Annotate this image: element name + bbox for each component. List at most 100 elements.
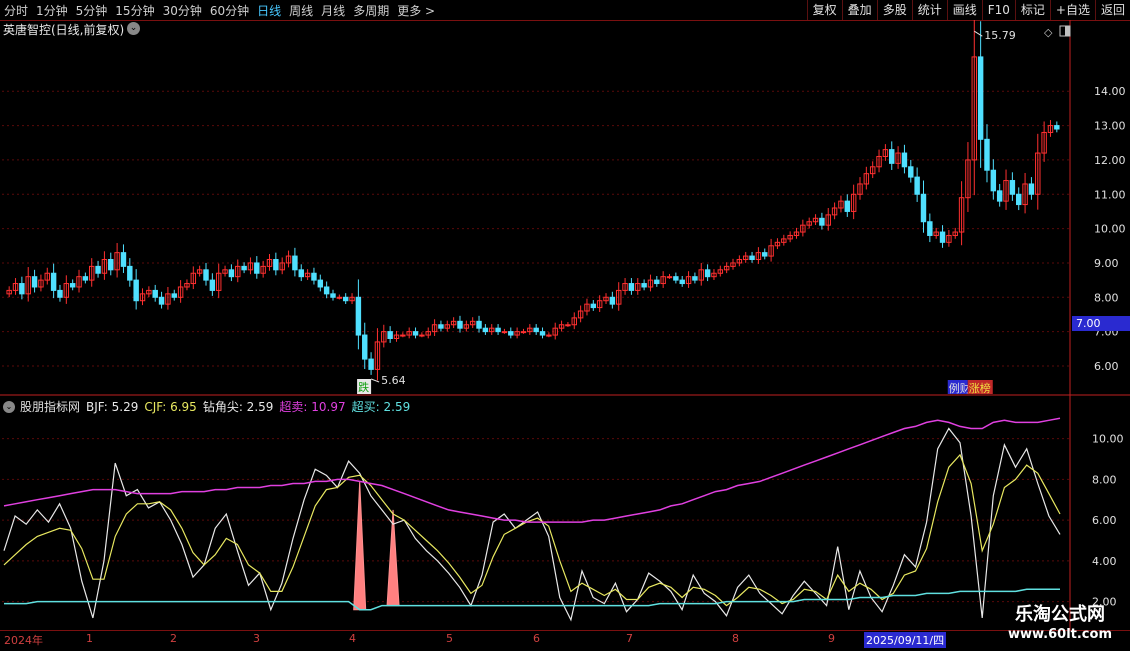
candle xyxy=(336,296,343,299)
price-tick-label: 14.00 xyxy=(1094,85,1126,98)
price-tick-label: 10.00 xyxy=(1094,223,1126,236)
toolbar-button[interactable]: F10 xyxy=(981,0,1015,20)
candle xyxy=(31,276,38,288)
price-chart[interactable]: 6.00 7.00 8.00 9.00 10.00 11.00 12.00 13.00 14.0… xyxy=(0,20,1130,396)
indicator-tick-label: 8.00 xyxy=(1092,473,1117,486)
legend-entry: 超买: 2.59 xyxy=(352,398,411,415)
candle xyxy=(330,293,336,298)
cursor-date-label: 2025/09/11/四 xyxy=(864,632,947,648)
candle xyxy=(82,276,89,281)
candle xyxy=(108,259,114,271)
legend-key: 超卖 xyxy=(279,400,304,414)
candle xyxy=(1016,193,1022,206)
candle xyxy=(317,279,324,288)
candle xyxy=(158,296,165,305)
candle xyxy=(1028,183,1035,195)
candle xyxy=(95,265,101,274)
candle xyxy=(400,334,406,337)
candle xyxy=(1009,180,1016,195)
toolbar-button[interactable]: 统计 xyxy=(911,0,947,20)
price-tick-label: 8.00 xyxy=(1094,291,1119,304)
indicator-series-超买 xyxy=(4,588,1060,611)
candle xyxy=(914,176,920,195)
candle xyxy=(387,331,393,339)
candle xyxy=(819,217,825,226)
candle xyxy=(311,272,317,281)
date-label: 4 xyxy=(349,632,356,645)
candle xyxy=(762,252,768,257)
price-tick-label: 12.00 xyxy=(1094,154,1126,167)
price-tick-label: 9.00 xyxy=(1094,257,1119,270)
candle xyxy=(495,327,501,333)
chevron-down-icon[interactable]: ⌄ xyxy=(3,400,15,413)
candle xyxy=(57,289,63,298)
candle xyxy=(50,272,57,291)
candle xyxy=(977,56,984,140)
date-label: 1 xyxy=(86,632,93,645)
period-tabs: 分时 1分钟 5分钟 15分钟 30分钟 60分钟 日线 周线 月线 多周期 更多 > xyxy=(4,0,443,20)
period-tab[interactable]: 60分钟 xyxy=(210,2,249,19)
maximize-icon-fill xyxy=(1065,26,1070,36)
toolbar-button[interactable]: 返回 xyxy=(1094,0,1130,20)
candle xyxy=(673,276,679,281)
period-tab[interactable]: 1分钟 xyxy=(36,2,68,19)
watermark-title: 乐淘公式网 xyxy=(1014,604,1105,625)
candle xyxy=(692,276,698,281)
toolbar-button[interactable]: +自选 xyxy=(1049,0,1095,20)
candle xyxy=(412,331,419,336)
candle xyxy=(241,265,247,271)
candle xyxy=(203,269,209,281)
indicator-title: 股朋指标网 xyxy=(20,400,81,414)
toolbar-button[interactable]: 叠加 xyxy=(841,0,877,20)
candle xyxy=(1054,125,1060,130)
candle xyxy=(889,149,895,164)
toolbar-button[interactable]: 复权 xyxy=(806,0,842,20)
candle xyxy=(482,327,489,333)
legend-value: : 6.95 xyxy=(162,399,197,414)
date-label: 2 xyxy=(170,632,177,645)
indicator-chart[interactable]: 2.004.006.008.0010.00 xyxy=(0,396,1130,630)
current-price-label: 7.00 xyxy=(1072,316,1130,331)
period-tab[interactable]: 30分钟 xyxy=(163,2,202,19)
candle xyxy=(127,265,133,281)
date-label: 9 xyxy=(828,632,835,645)
indicator-series-BJF xyxy=(3,427,1061,622)
candle xyxy=(844,200,851,212)
period-tab[interactable]: 更多 > xyxy=(397,2,435,19)
toolbar-button[interactable]: 标记 xyxy=(1014,0,1050,20)
toolbar-button[interactable]: 多股 xyxy=(876,0,912,20)
legend-value: : 2.59 xyxy=(375,400,411,414)
candle xyxy=(749,255,755,261)
indicator-legend: ⌄ 股朋指标网 BJF: 5.29 CJF: 6.95 钻角尖: 2.59 超卖: 1… xyxy=(3,398,416,415)
high-price-label: 15.79 xyxy=(984,29,1016,42)
low-price-label: 5.64 xyxy=(381,374,406,387)
candle xyxy=(927,221,933,236)
toolbar-button[interactable]: 画线 xyxy=(946,0,982,20)
right-toolbar: 复权 叠加 多股 统计 画线 F10 标记 +自选 返回 xyxy=(806,0,1130,20)
period-tab[interactable]: 多周期 xyxy=(353,2,389,19)
legend-value: : 5.29 xyxy=(103,399,139,414)
candle xyxy=(590,303,597,309)
period-tab[interactable]: 月线 xyxy=(321,2,345,19)
period-tab[interactable]: 15分钟 xyxy=(115,2,154,19)
candle xyxy=(292,255,298,271)
date-label: 2024年 xyxy=(4,634,43,647)
period-tab[interactable]: 周线 xyxy=(289,2,313,19)
candle xyxy=(171,293,177,298)
period-tab[interactable]: 分时 xyxy=(4,2,28,19)
candle xyxy=(273,259,279,271)
limit-down-tag: 跌 xyxy=(358,380,369,394)
price-tick-label: 6.00 xyxy=(1094,360,1119,373)
date-label: 3 xyxy=(253,632,260,645)
limit-up-tag: 涨榜 xyxy=(969,381,991,395)
legend-value: : 2.59 xyxy=(238,400,274,414)
indicator-tick-label: 4.00 xyxy=(1092,555,1117,568)
period-tab[interactable]: 日线 xyxy=(257,2,281,19)
diamond-icon[interactable]: ◇ xyxy=(1044,26,1053,39)
price-tick-label: 13.00 xyxy=(1094,120,1126,133)
date-axis: 2024年 1 2 3 4 5 6 7 8 9 2025/09/11/四 xyxy=(0,630,1130,651)
candle xyxy=(641,283,647,288)
period-tab[interactable]: 5分钟 xyxy=(76,2,108,19)
candle xyxy=(438,324,444,329)
candle xyxy=(368,358,374,370)
